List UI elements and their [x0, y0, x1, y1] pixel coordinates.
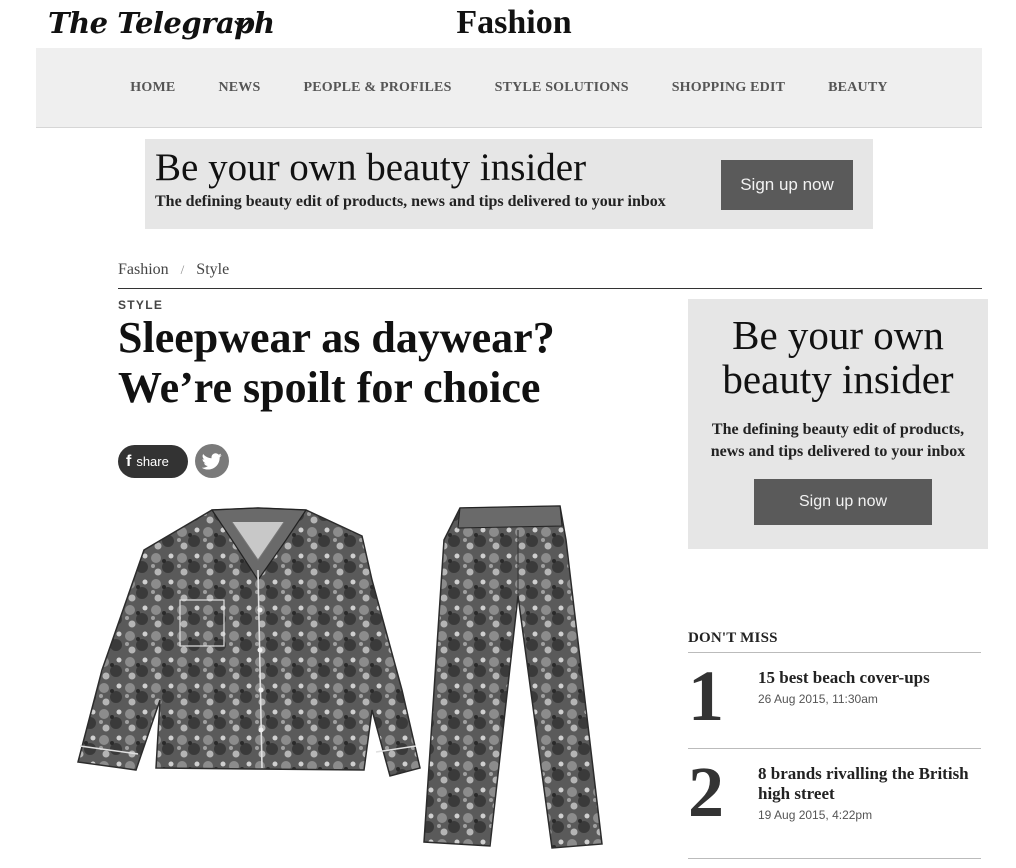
- dont-miss-date: 26 Aug 2015, 11:30am: [758, 692, 878, 706]
- nav-item-news[interactable]: NEWS: [218, 80, 260, 96]
- twitter-share-button[interactable]: [195, 444, 229, 478]
- side-ad-headline: Be your own beauty insider: [688, 313, 988, 401]
- side-ad-subtext: The defining beauty edit of products, ne…: [688, 419, 988, 463]
- side-banner-ad[interactable]: Be your own beauty insider The defining …: [688, 299, 988, 549]
- dont-miss-headline[interactable]: 8 brands rivalling the British high stre…: [758, 764, 981, 804]
- banner-signup-button[interactable]: Sign up now: [721, 160, 853, 210]
- headline-line-2: We’re spoilt for choice: [118, 363, 541, 412]
- nav-item-people-profiles[interactable]: PEOPLE & PROFILES: [303, 80, 451, 96]
- dont-miss-item[interactable]: 2 8 brands rivalling the British high st…: [688, 756, 981, 856]
- dont-miss-title: DON'T MISS: [688, 630, 778, 646]
- top-banner-ad[interactable]: Be your own beauty insider The defining …: [145, 139, 873, 229]
- side-ad-subtext-line-1: The defining beauty edit of products,: [711, 421, 965, 438]
- share-label: share: [136, 454, 169, 469]
- dont-miss-headline[interactable]: 15 best beach cover-ups: [758, 668, 981, 688]
- banner-subtext: The defining beauty edit of products, ne…: [155, 193, 666, 210]
- dont-miss-item[interactable]: 1 15 best beach cover-ups 26 Aug 2015, 1…: [688, 660, 981, 748]
- side-ad-headline-line-1: Be your own: [732, 312, 944, 358]
- dont-miss-divider: [688, 858, 981, 859]
- section-nav: HOME NEWS PEOPLE & PROFILES STYLE SOLUTI…: [36, 48, 982, 128]
- dont-miss-divider: [688, 748, 981, 749]
- dont-miss-number: 2: [688, 752, 724, 832]
- dont-miss-divider: [688, 652, 981, 653]
- facebook-icon: f: [126, 452, 132, 470]
- breadcrumb-fashion[interactable]: Fashion: [118, 261, 169, 278]
- dont-miss-number: 1: [688, 656, 724, 736]
- article-kicker[interactable]: STYLE: [118, 298, 163, 312]
- nav-item-style-solutions[interactable]: STYLE SOLUTIONS: [495, 80, 629, 96]
- breadcrumb-divider: [118, 288, 982, 289]
- banner-headline: Be your own beauty insider: [155, 146, 587, 189]
- side-ad-signup-button[interactable]: Sign up now: [754, 479, 932, 525]
- facebook-share-button[interactable]: f share: [118, 445, 188, 478]
- section-title[interactable]: Fashion: [0, 4, 1016, 42]
- twitter-icon: [202, 452, 222, 469]
- nav-item-shopping-edit[interactable]: SHOPPING EDIT: [672, 80, 785, 96]
- side-ad-headline-line-2: beauty insider: [722, 356, 954, 402]
- breadcrumb: Fashion / Style: [118, 261, 229, 279]
- breadcrumb-style[interactable]: Style: [196, 261, 229, 278]
- breadcrumb-separator: /: [180, 262, 185, 277]
- article-headline: Sleepwear as daywear? We’re spoilt for c…: [118, 313, 658, 413]
- nav-item-beauty[interactable]: BEAUTY: [828, 80, 888, 96]
- pyjama-set-image: [77, 505, 603, 849]
- nav-item-home[interactable]: HOME: [130, 80, 175, 96]
- side-ad-subtext-line-2: news and tips delivered to your inbox: [710, 443, 966, 460]
- top-bar: The Telegraph Fashion: [0, 0, 1016, 48]
- headline-line-1: Sleepwear as daywear?: [118, 313, 555, 362]
- dont-miss-date: 19 Aug 2015, 4:22pm: [758, 808, 873, 822]
